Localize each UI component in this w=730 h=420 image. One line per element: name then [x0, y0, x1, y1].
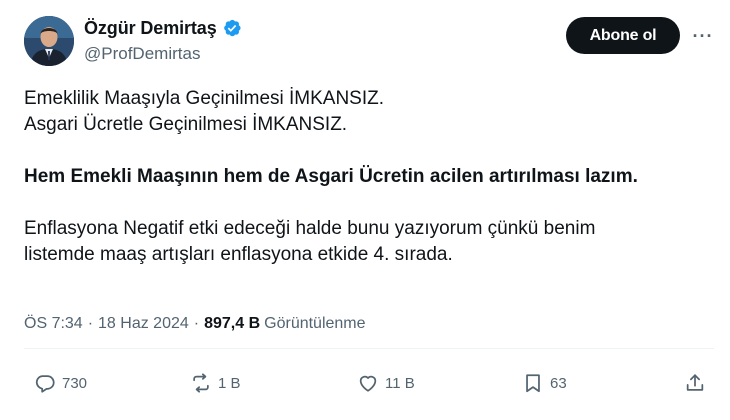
tweet-date[interactable]: 18 Haz 2024 — [98, 315, 189, 333]
display-name-row: Özgür Demirtaş — [84, 16, 242, 40]
tweet-time[interactable]: ÖS 7:34 — [24, 315, 83, 333]
display-name[interactable]: Özgür Demirtaş — [84, 18, 217, 39]
bookmark-button[interactable]: 63 — [522, 372, 567, 394]
meta-separator: · — [87, 315, 94, 332]
repost-icon — [193, 373, 209, 393]
avatar-image — [24, 16, 74, 66]
action-bar: 730 1 B 11 B 63 — [0, 372, 730, 402]
share-button[interactable] — [684, 372, 706, 394]
like-count: 11 B — [385, 374, 415, 392]
repost-button[interactable]: 1 B — [190, 372, 241, 394]
like-button[interactable]: 11 B — [357, 372, 415, 394]
tweet-line: Enflasyona Negatif etki edeceği halde bu… — [24, 218, 596, 239]
tweet-card: Özgür Demirtaş @ProfDemirtas Abone ol ··… — [0, 0, 730, 420]
tweet-text: Emeklilik Maaşıyla Geçinilmesi İMKANSIZ.… — [24, 86, 704, 268]
heart-icon — [359, 375, 377, 392]
bookmark-count: 63 — [550, 374, 567, 392]
verified-badge-icon[interactable] — [222, 18, 242, 38]
bookmark-icon — [526, 374, 540, 393]
share-icon — [686, 374, 704, 391]
tweet-line-bold: Hem Emekli Maaşının hem de Asgari Ücreti… — [24, 166, 638, 187]
meta-separator: · — [193, 315, 200, 332]
author-handle[interactable]: @ProfDemirtas — [84, 44, 242, 64]
tweet-line: Emeklilik Maaşıyla Geçinilmesi İMKANSIZ. — [24, 88, 385, 109]
author-info: Özgür Demirtaş @ProfDemirtas — [84, 16, 242, 64]
tweet-line: listemde maaş artışları enflasyona etkid… — [24, 244, 453, 265]
divider — [24, 348, 714, 349]
more-icon[interactable]: ··· — [690, 24, 716, 48]
avatar[interactable] — [24, 16, 74, 66]
tweet-meta: ÖS 7:34 · 18 Haz 2024 · 897,4 B Görüntül… — [24, 315, 366, 333]
reply-button[interactable]: 730 — [34, 372, 87, 394]
views-count: 897,4 B — [204, 315, 261, 332]
tweet-line: Asgari Ücretle Geçinilmesi İMKANSIZ. — [24, 114, 348, 135]
repost-count: 1 B — [218, 374, 241, 392]
views-label: Görüntülenme — [264, 315, 366, 332]
reply-icon — [35, 375, 55, 393]
follow-button[interactable]: Abone ol — [566, 17, 680, 54]
reply-count: 730 — [62, 374, 88, 392]
